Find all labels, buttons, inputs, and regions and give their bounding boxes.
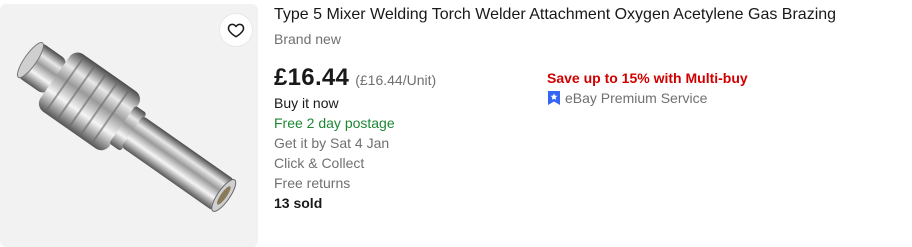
listing-title[interactable]: Type 5 Mixer Welding Torch Welder Attach…	[274, 5, 836, 25]
click-collect: Click & Collect	[274, 155, 365, 171]
unit-price: (£16.44/Unit)	[355, 72, 437, 88]
premium-badge-icon	[548, 91, 560, 105]
shipping-info: Free 2 day postage	[274, 115, 395, 131]
product-image-container[interactable]	[0, 4, 258, 247]
watch-button[interactable]	[220, 14, 252, 46]
item-condition: Brand new	[274, 31, 341, 47]
listing-item[interactable]: Type 5 Mixer Welding Torch Welder Attach…	[0, 0, 912, 247]
returns-info: Free returns	[274, 175, 351, 191]
delivery-estimate: Get it by Sat 4 Jan	[274, 135, 390, 151]
premium-service: eBay Premium Service	[547, 90, 707, 106]
heart-icon	[227, 23, 245, 38]
product-image[interactable]	[0, 4, 258, 247]
premium-service-label: eBay Premium Service	[565, 90, 708, 106]
multibuy-promo: Save up to 15% with Multi-buy	[547, 70, 748, 86]
price-row: £16.44 (£16.44/Unit)	[274, 64, 436, 92]
buying-format: Buy it now	[274, 95, 339, 111]
listing-details: Type 5 Mixer Welding Torch Welder Attach…	[274, 0, 912, 247]
sold-count: 13 sold	[274, 195, 323, 211]
item-price: £16.44	[274, 64, 350, 91]
